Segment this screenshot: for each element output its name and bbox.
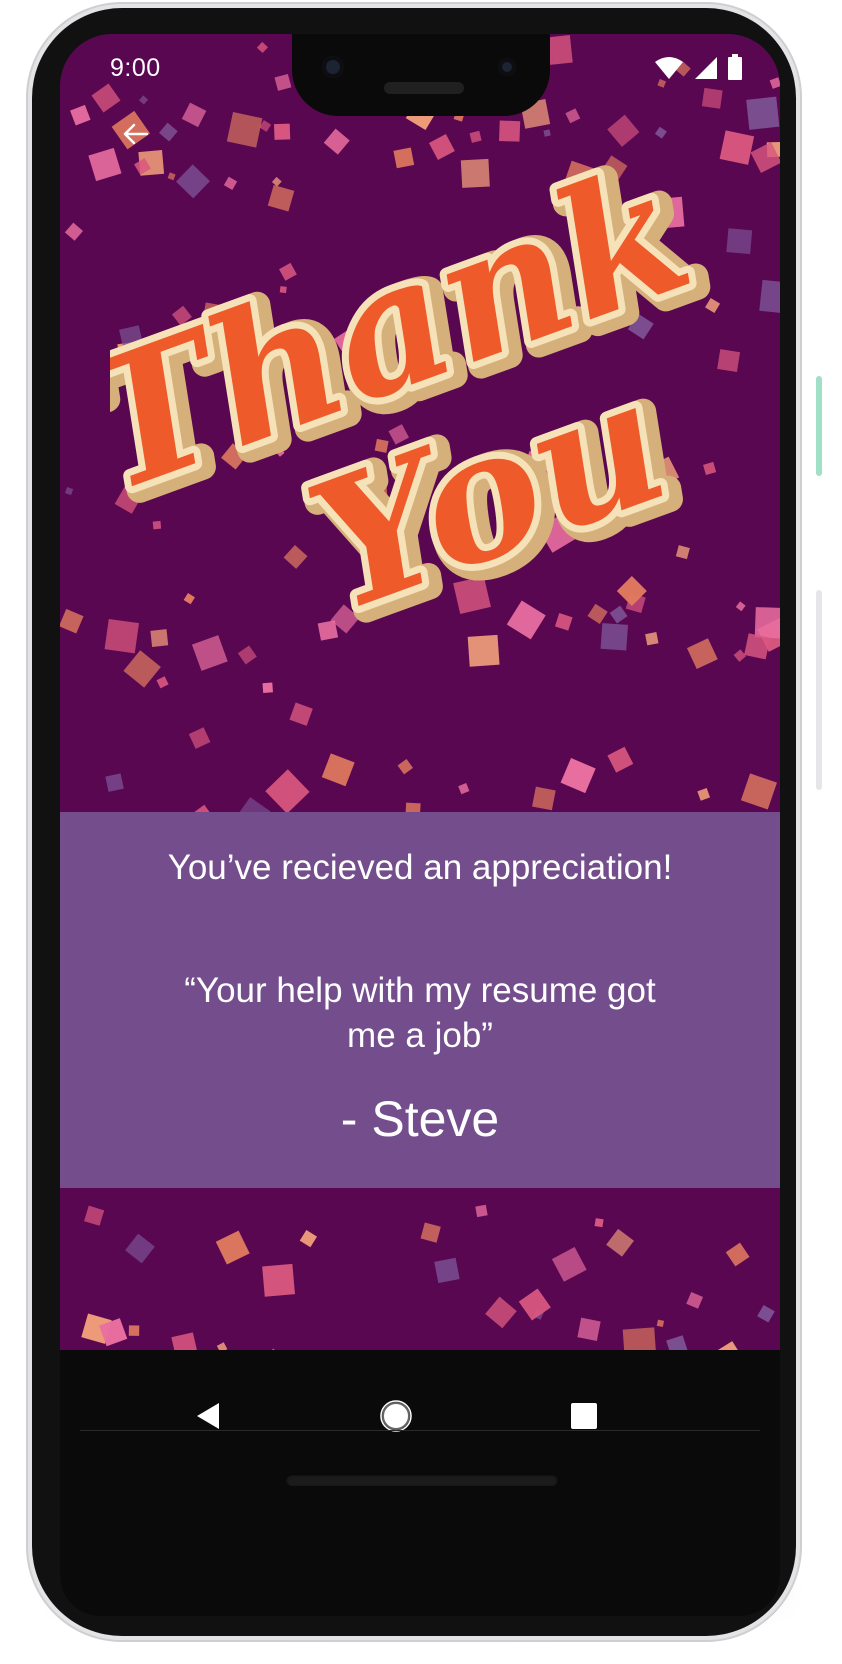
confetti-piece [420,1222,441,1243]
confetti-piece [138,95,149,105]
confetti-piece [475,1204,488,1218]
confetti-piece [91,83,121,113]
confetti-piece [265,769,310,814]
confetti-piece [64,222,83,241]
divider [80,1430,760,1431]
square-recents-icon [571,1403,597,1429]
confetti-piece [262,1263,295,1297]
power-button [816,376,822,476]
arrow-left-icon [123,123,149,145]
circle-home-icon [380,1400,412,1432]
confetti-piece [518,1288,551,1321]
back-button[interactable] [114,112,158,156]
confetti-piece [657,79,667,88]
appreciation-message: “Your help with my resume got me a job” [184,971,656,1055]
confetti-piece [181,102,207,128]
confetti-piece [273,123,291,140]
appreciation-card: You’ve recieved an appreciation! “Your h… [60,812,780,1188]
confetti-piece [70,104,91,126]
confetti-piece [532,786,556,811]
confetti-piece [560,758,596,794]
confetti-piece [606,1228,634,1257]
confetti-piece [60,608,84,634]
confetti-piece [754,607,780,639]
confetti-piece [65,486,74,496]
confetti-piece [158,122,178,142]
confetti-piece [607,114,640,147]
confetti-piece [434,1257,460,1284]
nav-home-button[interactable] [366,1386,426,1446]
nav-recents-button[interactable] [554,1386,614,1446]
confetti-piece [262,682,273,693]
wifi-icon [655,57,683,79]
confetti-piece [321,753,355,787]
battery-icon [728,54,742,80]
confetti-piece [757,1304,775,1323]
status-time: 9:00 [110,54,161,82]
earpiece-speaker [384,82,464,94]
confetti-piece [565,108,581,124]
confetti-piece [428,134,455,160]
confetti-piece [323,128,350,155]
confetti-piece [733,649,747,662]
confetti-piece [188,727,211,749]
confetti-piece [701,87,723,109]
nav-back-button[interactable] [178,1386,238,1446]
confetti-piece [726,228,753,255]
confetti-piece [215,1230,250,1265]
confetti-piece [105,773,124,792]
confetti-piece [551,1246,587,1282]
appreciation-heading: You’ve recieved an appreciation! [167,848,673,887]
confetti-piece [719,130,755,165]
confetti-piece [485,1296,517,1329]
confetti-piece [499,120,521,142]
confetti-piece [594,1218,604,1228]
appreciation-sender: - Steve [340,1091,500,1147]
confetti-piece [740,773,777,810]
confetti-piece [256,41,268,53]
confetti-piece [577,1317,601,1341]
confetti-piece [226,112,263,148]
confetti-piece [697,787,711,801]
confetti-piece [759,279,780,314]
confetti-piece [746,96,780,130]
confetti-piece [289,702,313,726]
confetti-piece [84,1205,105,1226]
triangle-back-icon [197,1403,219,1429]
confetti-piece [543,129,551,137]
confetti-piece [656,1319,665,1327]
confetti-piece [125,1233,155,1264]
bottom-speaker [286,1474,558,1486]
confetti-piece [128,1325,140,1336]
confetti-piece [607,746,634,773]
thank-you-illustration: Thank Thank Thank You You You [110,164,730,668]
system-navigation-bar [60,1350,780,1616]
confetti-piece [654,126,667,139]
confetti-piece [769,77,780,89]
signal-icon [695,57,717,79]
confetti-piece [458,783,470,795]
volume-button [816,590,822,790]
confetti-piece [744,633,771,660]
confetti-piece [735,601,746,612]
status-icons [654,54,742,80]
camera-notch [292,34,550,116]
app-screen: 9:00 Thank Thank Thank You You You You’v… [60,34,780,1616]
confetti-piece [725,1242,750,1267]
confetti-piece [686,1291,704,1309]
confetti-piece [469,130,482,143]
confetti-piece [274,73,292,91]
confetti-piece [397,758,413,775]
confetti-piece [299,1229,318,1248]
